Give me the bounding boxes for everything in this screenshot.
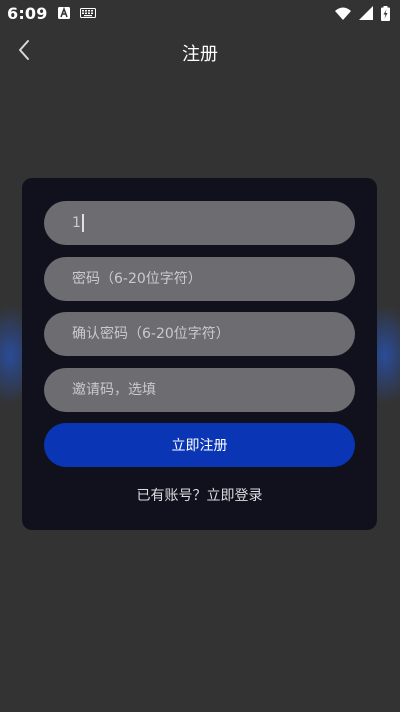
login-link[interactable]: 已有账号？立即登录 <box>22 485 377 505</box>
page-title: 注册 <box>182 44 218 65</box>
text-cursor <box>81 214 84 232</box>
signal-icon <box>359 6 373 20</box>
register-card: 1 立即注册 已有账号？立即登录 <box>22 178 377 530</box>
font-a-icon <box>57 7 70 19</box>
app-bar: 注册 <box>0 30 400 74</box>
confirm-password-field[interactable] <box>44 312 355 356</box>
account-field[interactable]: 1 <box>44 201 355 245</box>
keyboard-icon <box>79 8 96 18</box>
register-button[interactable]: 立即注册 <box>44 423 355 467</box>
password-input[interactable] <box>72 271 327 287</box>
wifi-icon <box>335 7 351 20</box>
confirm-password-input[interactable] <box>72 326 327 342</box>
battery-charging-icon <box>381 5 390 21</box>
password-field[interactable] <box>44 257 355 301</box>
status-left: 6:09 <box>7 4 96 23</box>
status-time: 6:09 <box>7 3 48 23</box>
status-bar: 6:09 <box>0 0 400 26</box>
account-field-value: 1 <box>72 215 81 231</box>
invite-code-field[interactable] <box>44 368 355 412</box>
status-right <box>335 5 390 21</box>
invite-code-input[interactable] <box>72 382 327 398</box>
